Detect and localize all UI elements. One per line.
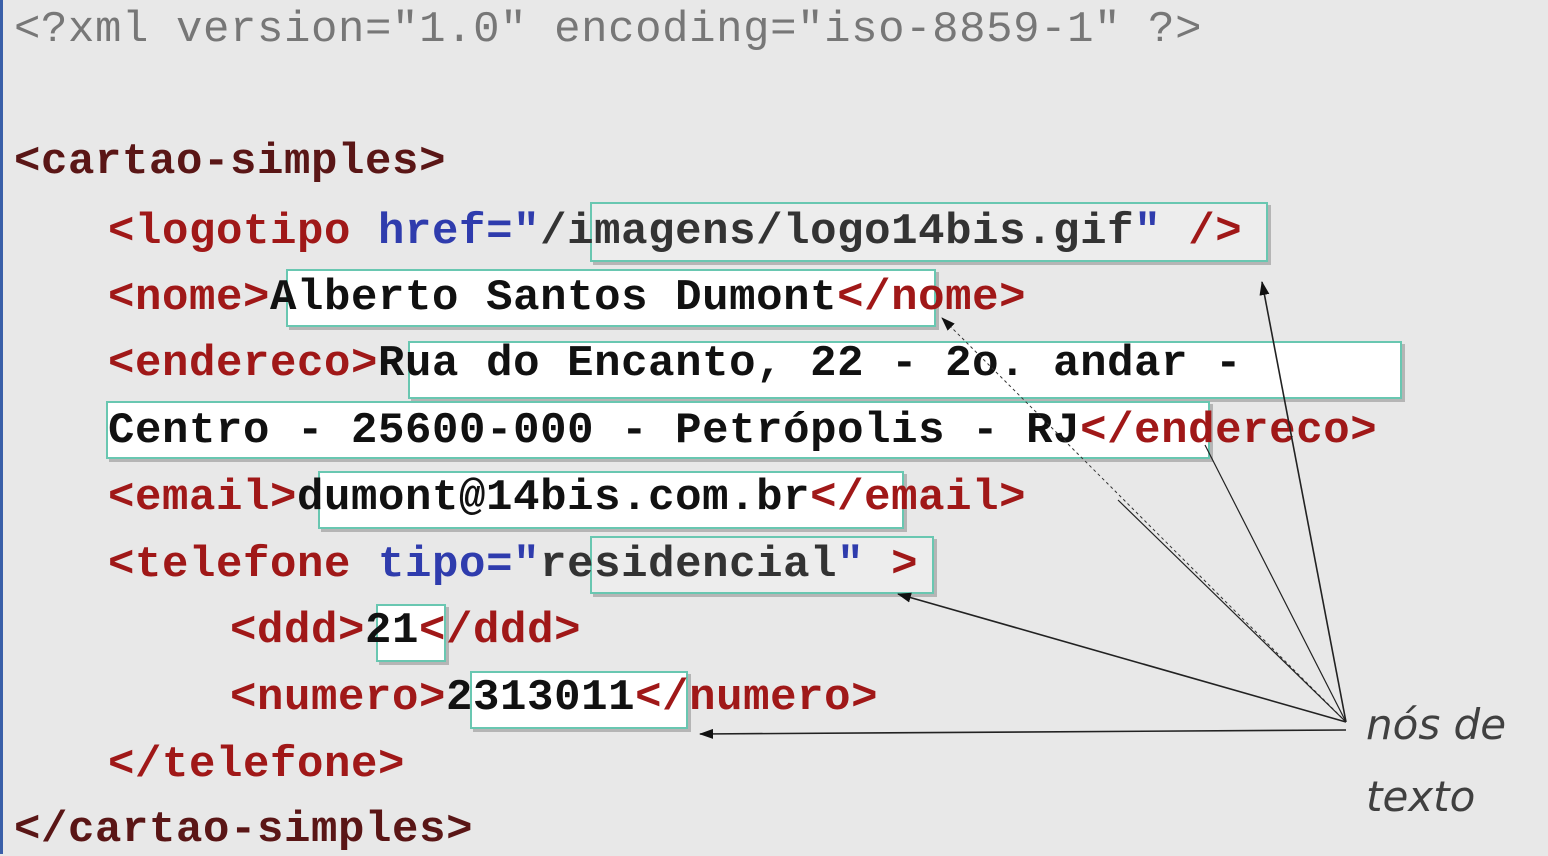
arrow-to-numero <box>699 728 1347 739</box>
caption-nos-de: nós de <box>1366 700 1507 749</box>
arrow-to-residencial <box>897 592 1347 723</box>
arrows-layer <box>699 281 1347 739</box>
arrow-to-endereco <box>1204 444 1347 723</box>
arrow-to-nome <box>941 317 1347 723</box>
arrow-to-logo-value <box>1259 281 1347 723</box>
caption-texto: texto <box>1366 772 1476 821</box>
